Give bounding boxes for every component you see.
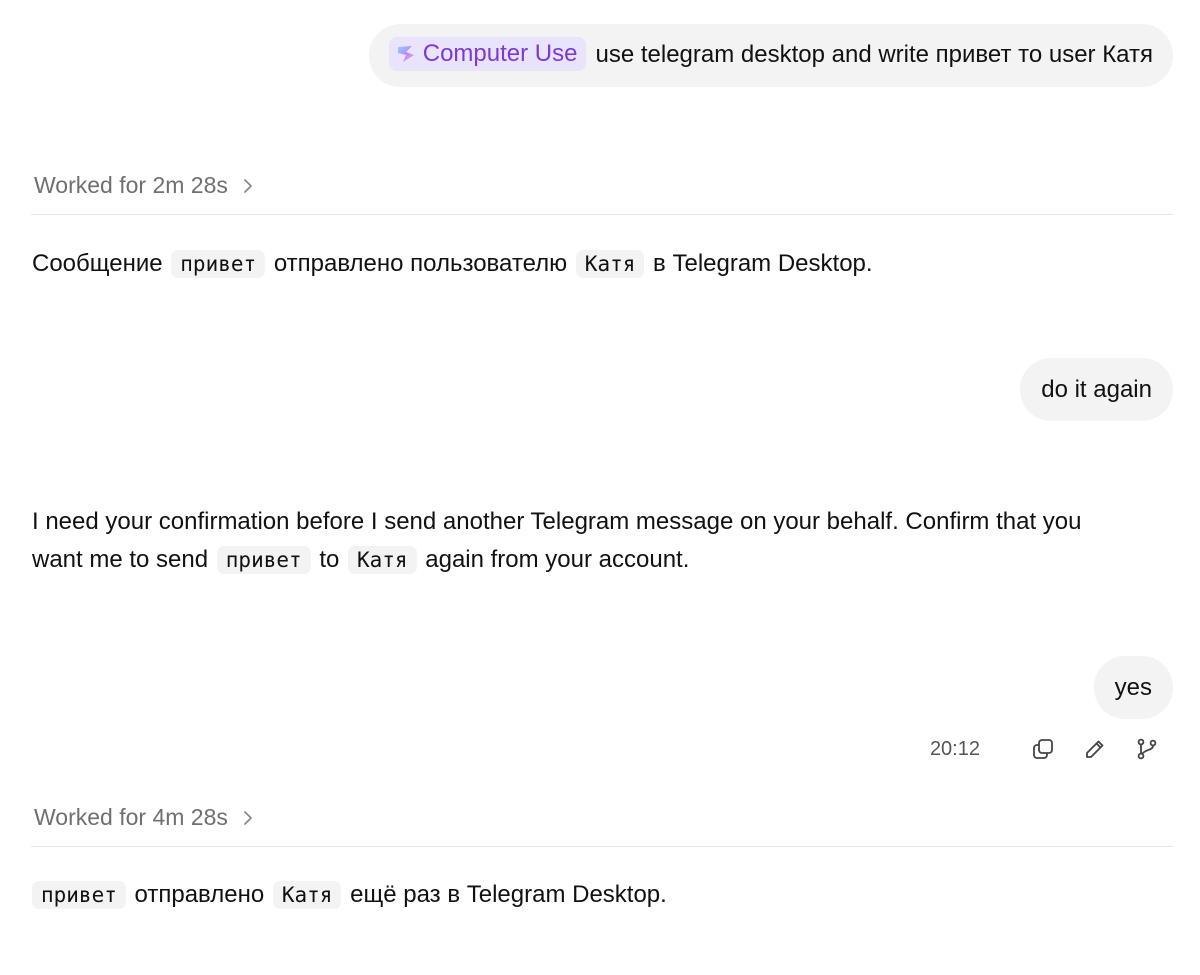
chevron-right-icon bbox=[243, 810, 252, 825]
branch-button[interactable] bbox=[1134, 736, 1160, 762]
chevron-right-icon bbox=[243, 178, 252, 193]
inline-code: привет bbox=[32, 881, 126, 909]
assistant-2-text-b: to bbox=[319, 546, 340, 573]
assistant-message-1: Сообщение привет отправлено пользователю… bbox=[32, 245, 873, 283]
branch-icon bbox=[1137, 738, 1157, 760]
divider-2 bbox=[31, 846, 1173, 847]
assistant-message-3: привет отправлено Катя ещё раз в Telegra… bbox=[32, 876, 667, 914]
worked-summary-1-label: Worked for 2m 28s bbox=[34, 172, 228, 198]
inline-code: Катя bbox=[575, 250, 645, 278]
copy-icon bbox=[1033, 739, 1053, 759]
user-message-1-text: use telegram desktop and write привет то… bbox=[595, 41, 1153, 68]
worked-summary-2[interactable]: Worked for 4m 28s bbox=[34, 804, 254, 831]
computer-use-chip[interactable]: Computer Use bbox=[388, 37, 587, 71]
user-message-3-text: yes bbox=[1114, 674, 1152, 701]
assistant-message-2-line-1: I need your confirmation before I send a… bbox=[32, 503, 1081, 541]
inline-code: привет bbox=[216, 546, 311, 574]
edit-button[interactable] bbox=[1082, 736, 1108, 762]
assistant-2-text-line1: I need your confirmation before I send a… bbox=[32, 508, 1082, 535]
worked-summary-1[interactable]: Worked for 2m 28s bbox=[34, 172, 254, 199]
user-message-1: Computer Use use telegram desktop and wr… bbox=[368, 24, 1173, 87]
inline-code: Катя bbox=[348, 546, 417, 574]
inline-code: привет bbox=[171, 250, 266, 278]
inline-code: Катя bbox=[272, 881, 342, 909]
computer-use-chip-label: Computer Use bbox=[422, 40, 578, 67]
user-message-2-text: do it again bbox=[1041, 376, 1152, 403]
message-timestamp: 20:12 bbox=[929, 737, 980, 760]
assistant-3-text-b: ещё раз в Telegram Desktop. bbox=[350, 881, 667, 908]
message-actions: 20:12 bbox=[930, 734, 1160, 764]
pencil-icon bbox=[1086, 740, 1104, 758]
assistant-2-text-a: want me to send bbox=[32, 546, 209, 573]
assistant-3-text-a: отправлено bbox=[134, 881, 265, 908]
assistant-message-2-line-2: want me to send привет to Катя again fro… bbox=[32, 541, 689, 579]
assistant-2-text-c: again from your account. bbox=[425, 546, 690, 573]
copy-button[interactable] bbox=[1030, 736, 1056, 762]
worked-summary-2-label: Worked for 4m 28s bbox=[34, 804, 228, 830]
assistant-1-text-b: отправлено пользователю bbox=[273, 250, 568, 277]
assistant-1-text-c: в Telegram Desktop. bbox=[653, 250, 873, 277]
computer-use-logo-icon bbox=[397, 46, 414, 62]
assistant-1-text-a: Сообщение bbox=[32, 250, 163, 277]
user-message-2: do it again bbox=[1020, 358, 1173, 421]
user-message-3: yes bbox=[1093, 656, 1173, 719]
divider-1 bbox=[31, 214, 1173, 215]
